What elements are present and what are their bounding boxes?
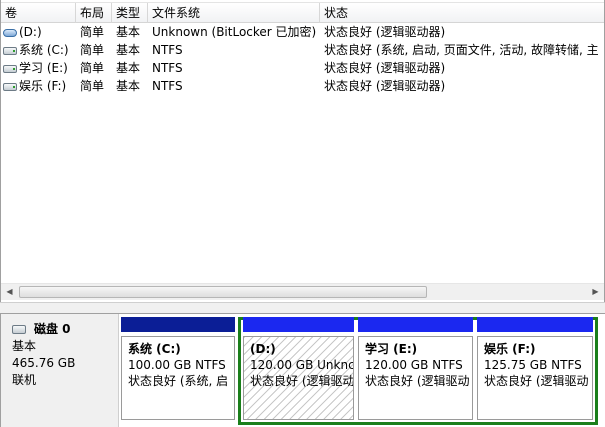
partition-body: 娱乐 (F:) 125.75 GB NTFS 状态良好 (逻辑驱动: [477, 336, 593, 420]
drive-icon: [3, 83, 17, 91]
partition-status: 状态良好 (逻辑驱动: [484, 374, 589, 388]
disk-name: 磁盘 0: [34, 322, 71, 336]
partition-name: (D:): [250, 342, 276, 356]
status-cell: 状态良好 (系统, 启动, 页面文件, 活动, 故障转储, 主: [324, 43, 599, 57]
filesystem-cell: NTFS: [152, 79, 183, 93]
type-cell: 基本: [116, 79, 141, 93]
table-row-e[interactable]: 学习 (E:) 简单 基本 NTFS 状态良好 (逻辑驱动器): [1, 59, 604, 77]
partition-status: 状态良好 (逻辑驱动: [365, 374, 470, 388]
scroll-right-arrow-icon[interactable]: ▶: [587, 284, 604, 300]
partition-e[interactable]: 学习 (E:) 120.00 GB NTFS 状态良好 (逻辑驱动: [358, 317, 473, 424]
table-row-d[interactable]: (D:) 简单 基本 Unknown (BitLocker 已加密) 状态良好 …: [1, 23, 604, 41]
scroll-left-arrow-icon[interactable]: ◀: [1, 284, 18, 300]
column-header-row: 卷 布局 类型 文件系统 状态: [1, 2, 604, 23]
logical-drive-bar: [243, 317, 354, 332]
partition-d[interactable]: (D:) 120.00 GB Unknc 状态良好 (逻辑驱动: [243, 317, 354, 424]
pane-splitter[interactable]: [0, 302, 605, 314]
horizontal-scrollbar[interactable]: ◀ ▶: [1, 283, 604, 300]
drive-icon: [3, 65, 17, 73]
partition-size-fs: 120.00 GB NTFS: [365, 358, 463, 372]
disk-type: 基本: [12, 339, 37, 353]
layout-cell: 简单: [80, 43, 105, 57]
type-cell: 基本: [116, 43, 141, 57]
layout-cell: 简单: [80, 79, 105, 93]
partition-body-selected: (D:) 120.00 GB Unknc 状态良好 (逻辑驱动: [243, 336, 354, 420]
partition-status: 状态良好 (系统, 启: [128, 374, 229, 388]
partition-body: 学习 (E:) 120.00 GB NTFS 状态良好 (逻辑驱动: [358, 336, 473, 420]
column-header-type[interactable]: 类型: [112, 3, 148, 23]
column-header-volume[interactable]: 卷: [1, 3, 76, 23]
partition-f[interactable]: 娱乐 (F:) 125.75 GB NTFS 状态良好 (逻辑驱动: [477, 317, 593, 424]
column-header-filesystem[interactable]: 文件系统: [148, 3, 320, 23]
disk-state: 联机: [12, 373, 37, 387]
volume-name-cell: (D:): [3, 23, 73, 41]
status-cell: 状态良好 (逻辑驱动器): [324, 25, 446, 39]
partition-size-fs: 100.00 GB NTFS: [128, 358, 226, 372]
partition-size-fs: 120.00 GB Unknc: [250, 358, 354, 372]
status-cell: 状态良好 (逻辑驱动器): [324, 79, 446, 93]
volume-name-cell: 学习 (E:): [3, 59, 73, 77]
partition-status: 状态良好 (逻辑驱动: [250, 374, 354, 388]
column-header-status[interactable]: 状态: [320, 3, 604, 23]
disk-info-panel[interactable]: 磁盘 0 基本 465.76 GB 联机: [1, 314, 119, 427]
layout-cell: 简单: [80, 61, 105, 75]
column-header-layout[interactable]: 布局: [76, 3, 112, 23]
table-row-f[interactable]: 娱乐 (F:) 简单 基本 NTFS 状态良好 (逻辑驱动器): [1, 77, 604, 95]
status-cell: 状态良好 (逻辑驱动器): [324, 61, 446, 75]
layout-cell: 简单: [80, 25, 105, 39]
disk-graphical-view: 磁盘 0 基本 465.76 GB 联机 系统 (C:) 100.00 GB N…: [0, 314, 605, 427]
logical-drive-bar: [477, 317, 593, 332]
encrypted-drive-icon: [3, 29, 17, 37]
filesystem-cell: NTFS: [152, 43, 183, 57]
type-cell: 基本: [116, 61, 141, 75]
partition-name: 娱乐 (F:): [484, 342, 536, 356]
type-cell: 基本: [116, 25, 141, 39]
primary-partition-bar: [121, 317, 235, 332]
volume-name-cell: 娱乐 (F:): [3, 77, 73, 95]
disk-size: 465.76 GB: [12, 356, 76, 370]
logical-drive-bar: [358, 317, 473, 332]
scrollbar-thumb[interactable]: [19, 286, 427, 298]
partition-c[interactable]: 系统 (C:) 100.00 GB NTFS 状态良好 (系统, 启: [121, 317, 235, 424]
partition-body: 系统 (C:) 100.00 GB NTFS 状态良好 (系统, 启: [121, 336, 235, 420]
drive-icon: [3, 47, 17, 55]
filesystem-cell: Unknown (BitLocker 已加密): [152, 25, 317, 39]
volume-name-cell: 系统 (C:): [3, 41, 73, 59]
partition-name: 系统 (C:): [128, 342, 181, 356]
filesystem-cell: NTFS: [152, 61, 183, 75]
disk-icon: [12, 325, 26, 334]
volume-list-view: 卷 布局 类型 文件系统 状态 (D:) 简单 基本 Unknown (BitL…: [0, 0, 605, 302]
volume-rows: (D:) 简单 基本 Unknown (BitLocker 已加密) 状态良好 …: [1, 23, 604, 95]
partition-size-fs: 125.75 GB NTFS: [484, 358, 582, 372]
table-row-c[interactable]: 系统 (C:) 简单 基本 NTFS 状态良好 (系统, 启动, 页面文件, 活…: [1, 41, 604, 59]
partition-name: 学习 (E:): [365, 342, 418, 356]
